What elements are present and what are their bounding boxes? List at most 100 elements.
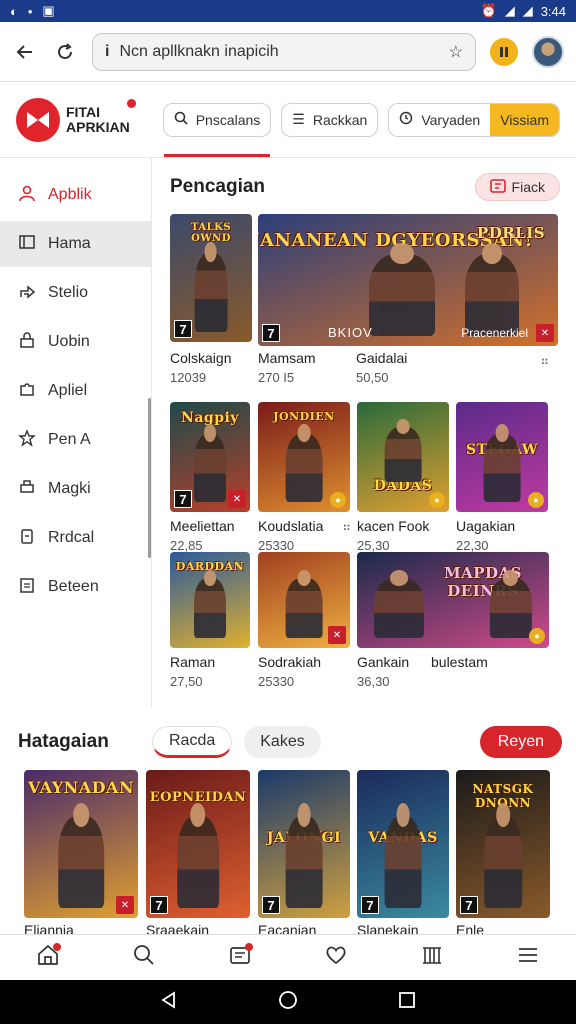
character-art (58, 803, 104, 908)
nav-store[interactable] (417, 943, 447, 973)
game-card[interactable]: MAPDAS DEINRS ● Gankain 36,30 bulestam (357, 552, 572, 718)
game-card[interactable]: DARDDAN Raman 27,50 (170, 552, 252, 718)
game-thumbnail[interactable]: VAYNADAN ✕ (24, 770, 138, 918)
sidebar-item-hama[interactable]: Hama (0, 221, 151, 267)
game-name: bulestam (431, 654, 488, 670)
game-thumbnail[interactable]: TALKS OWND 7 (170, 214, 252, 342)
game-value: 25,30 (357, 538, 390, 553)
featured-section: Hatagaian Racda Kakes Reyen VAYNADAN ✕ E… (0, 708, 576, 938)
sidebar-item-apliel[interactable]: Apliel (0, 368, 151, 414)
game-card[interactable]: VAYNADAN ✕ Eliannia (24, 770, 138, 938)
search-icon (132, 943, 156, 972)
nav-search[interactable] (129, 943, 159, 973)
sidebar-item-pena[interactable]: Pen A (0, 417, 151, 463)
info-icon: i (105, 42, 110, 60)
game-card[interactable]: Nagpiy 7 ✕ Meeliettan 22,85 (170, 402, 252, 568)
featured-banner-thumbnail[interactable]: NANANEAN DGYEORSSAN! PDRLIS 7 BKIOV Prac… (258, 214, 558, 346)
character-art (384, 419, 422, 482)
game-name: Gankain (357, 654, 410, 670)
url-field[interactable]: i Ncn apllknakn inapicih ☆ (92, 32, 476, 71)
nav-library[interactable] (225, 942, 255, 973)
game-thumbnail[interactable]: DADAS ● (357, 402, 449, 512)
game-card[interactable]: DADAS ● kacen Fook 25,30 (357, 402, 449, 568)
game-thumbnail[interactable]: NATSGK DNONN 7 (456, 770, 550, 918)
game-card[interactable]: VANDAS 7 Slanekain (357, 770, 449, 938)
image-icon: ▣ (42, 3, 55, 18)
sidebar-item-beteen[interactable]: Beteen (0, 564, 151, 610)
game-thumbnail[interactable]: MAPDAS DEINRS ● (357, 552, 549, 648)
game-value: 36,30 (357, 674, 390, 689)
age-rating-badge: 7 (460, 896, 478, 914)
sidebar-scrollbar[interactable] (148, 398, 151, 558)
sidebar-item-rrdcal[interactable]: Rrdcal (0, 515, 151, 561)
game-thumbnail[interactable]: STEGAW ● (456, 402, 548, 512)
chip-history[interactable]: Varyaden (389, 104, 490, 136)
chip-search[interactable]: Pnscalans (162, 102, 272, 157)
game-value: 50,50 (356, 370, 389, 385)
game-thumbnail[interactable]: ✕ (258, 552, 350, 648)
game-thumbnail[interactable]: JALONGI 7 (258, 770, 350, 918)
user-icon (18, 184, 36, 207)
app-logo[interactable]: FITAI APRKIAN (16, 97, 163, 142)
game-row-3: DARDDAN Raman 27,50 ✕ Sodrakiah 25330 MA… (170, 552, 560, 718)
featured-banner-card[interactable]: NANANEAN DGYEORSSAN! PDRLIS 7 BKIOV Prac… (258, 214, 558, 385)
game-card[interactable]: JALONGI 7 Eacanian (258, 770, 350, 938)
game-name: kacen Fook (357, 518, 430, 534)
character-art (285, 424, 323, 502)
game-card[interactable]: JONDIEN ● Koudslatia 25330 ⠶ (258, 402, 351, 568)
game-row-2: Nagpiy 7 ✕ Meeliettan 22,85 JONDIEN ● Ko… (170, 402, 560, 568)
nav-home[interactable] (33, 942, 63, 973)
more-options-icon[interactable]: ⠶ (540, 354, 549, 368)
section-title: Hatagaian (18, 731, 109, 752)
extension-icon[interactable] (490, 37, 518, 66)
reload-button[interactable] (52, 39, 78, 65)
game-card[interactable]: NATSGK DNONN 7 Enle (456, 770, 550, 938)
game-name: Colskaign (170, 350, 232, 366)
nav-menu[interactable] (513, 943, 543, 973)
sidebar-item-uobin[interactable]: Uobin (0, 319, 151, 365)
reyen-button[interactable]: Reyen (479, 726, 562, 758)
fiack-button[interactable]: Fiack (474, 173, 560, 201)
more-options-icon[interactable]: ⠶ (342, 520, 351, 534)
home-circle-icon[interactable] (278, 990, 298, 1015)
star-outline-icon (18, 428, 36, 452)
game-card[interactable]: ✕ Sodrakiah 25330 (258, 552, 350, 718)
game-thumbnail[interactable]: DARDDAN (170, 552, 250, 648)
recents-square-icon[interactable] (398, 991, 416, 1014)
chip-vissiam[interactable]: Vissiam (490, 103, 559, 136)
banner-subtitle-a: BKIOV (328, 325, 373, 340)
game-card[interactable]: STEGAW ● Uagakian 22,30 (456, 402, 576, 568)
clipboard-icon (18, 576, 36, 599)
publisher-badge-icon: ✕ (116, 896, 134, 914)
tab-racda[interactable]: Racda (152, 726, 233, 758)
sidebar-item-magki[interactable]: Magki (0, 466, 151, 512)
game-value: 270 I5 (258, 370, 295, 385)
coin-badge-icon: ● (330, 492, 346, 508)
game-card[interactable]: TALKS OWND 7 Colskaign 12039 (170, 214, 252, 385)
status-time: 3:44 (540, 3, 566, 19)
nav-favorites[interactable] (321, 943, 351, 973)
chip-ranking[interactable]: ☰ Rackkan (281, 102, 379, 137)
game-thumbnail[interactable]: EOPNEIDAN 7 (146, 770, 250, 918)
search-icon (174, 111, 188, 128)
sidebar-item-stelio[interactable]: Stelio (0, 270, 151, 316)
game-thumbnail[interactable]: VANDAS 7 (357, 770, 449, 918)
star-icon[interactable]: ☆ (449, 42, 463, 62)
back-triangle-icon[interactable] (160, 990, 178, 1014)
character-art (285, 570, 323, 638)
game-thumbnail[interactable]: JONDIEN ● (258, 402, 350, 512)
sidebar-item-apblik[interactable]: Apblik (0, 172, 151, 218)
back-button[interactable] (12, 39, 38, 65)
status-bar: ◐ • ▣ ⏰ ◢ ◢ 3:44 (0, 0, 576, 22)
avatar[interactable] (532, 35, 564, 68)
character-art (384, 803, 422, 908)
character-art (194, 570, 226, 638)
tab-kakes[interactable]: Kakes (244, 726, 321, 758)
notification-dot (53, 942, 61, 951)
game-thumbnail[interactable]: Nagpiy 7 ✕ (170, 402, 250, 512)
game-card[interactable]: EOPNEIDAN 7 Sraaekain (146, 770, 250, 938)
coin-badge-icon: ● (429, 492, 445, 508)
print-icon (18, 478, 36, 501)
heart-icon (324, 943, 348, 972)
sidebar: Apblik Hama Stelio Uobin Apliel Pen A Ma… (0, 158, 152, 708)
